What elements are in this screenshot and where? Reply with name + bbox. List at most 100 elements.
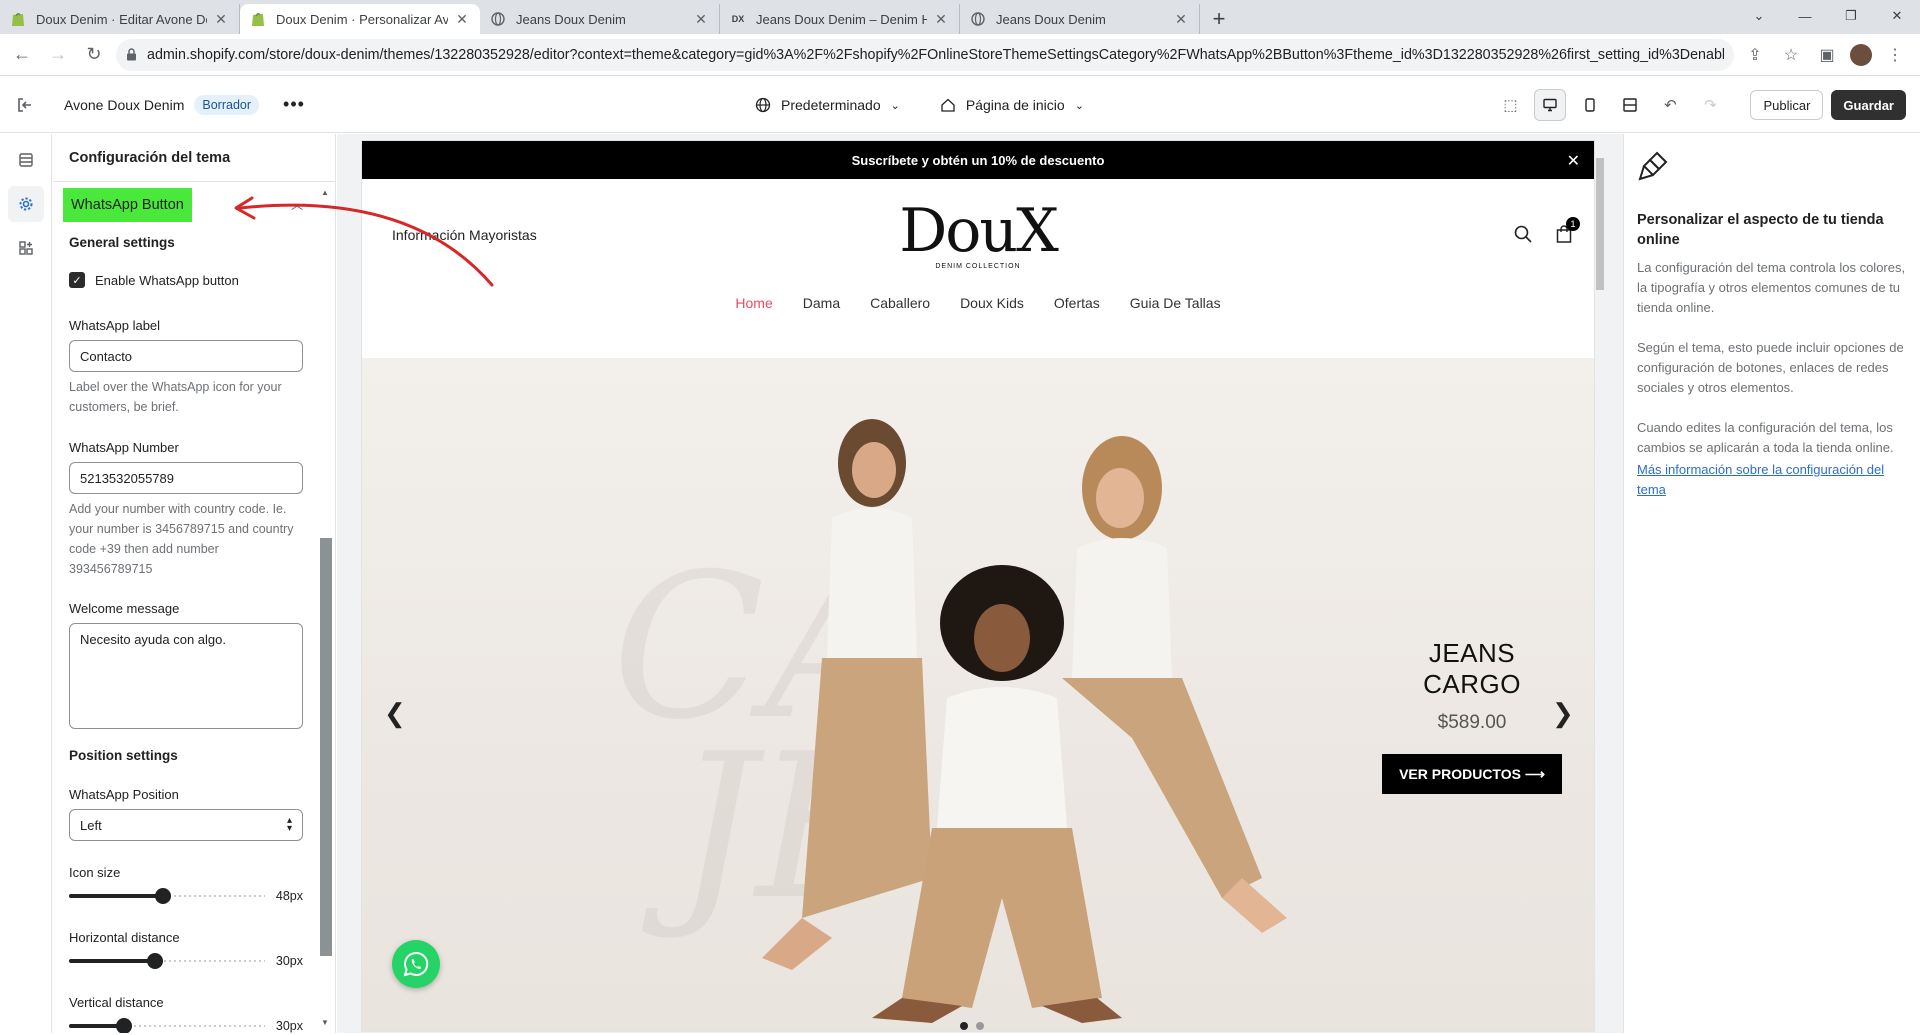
inspector-icon[interactable]: ⬚ <box>1494 89 1526 121</box>
publish-button[interactable]: Publicar <box>1750 90 1824 120</box>
icon-size-slider[interactable]: 48px <box>69 886 303 906</box>
more-actions-icon[interactable]: ••• <box>283 94 305 115</box>
menu-item-caballero[interactable]: Caballero <box>870 295 930 311</box>
minimize-icon[interactable]: — <box>1782 0 1828 32</box>
save-button[interactable]: Guardar <box>1831 90 1906 120</box>
cart-icon[interactable]: 1 <box>1556 217 1580 243</box>
page-label: Página de inicio <box>965 97 1065 113</box>
help-panel: Personalizar el aspecto de tu tienda onl… <box>1623 134 1920 1033</box>
shopify-icon <box>250 11 266 27</box>
browser-tab[interactable]: DX Jeans Doux Denim – Denim HIGH ✕ <box>720 4 960 34</box>
icon-size-title: Icon size <box>69 865 121 880</box>
url-field[interactable]: admin.shopify.com/store/doux-denim/theme… <box>116 38 1734 71</box>
chevron-down-icon: ⌄ <box>1074 99 1084 112</box>
horizontal-distance-slider[interactable]: 30px <box>69 951 303 971</box>
reload-icon[interactable]: ↻ <box>80 41 108 69</box>
tab-title: Jeans Doux Denim <box>516 11 626 27</box>
editor-header: Avone Doux Denim Borrador ••• Predetermi… <box>0 77 1920 133</box>
tab-title: Doux Denim · Personalizar Avone <box>276 11 448 27</box>
tab-title: Jeans Doux Denim – Denim HIGH <box>756 11 927 27</box>
share-icon[interactable]: ⇪ <box>1742 42 1768 68</box>
profile-avatar[interactable] <box>1850 43 1872 66</box>
slider-thumb[interactable] <box>116 1018 132 1033</box>
browser-tab[interactable]: Doux Denim · Editar Avone Doux ✕ <box>0 4 240 34</box>
new-tab-icon[interactable]: + <box>1204 4 1234 34</box>
menu-item-home[interactable]: Home <box>735 295 772 311</box>
redo-icon[interactable]: ↷ <box>1694 89 1726 121</box>
slide-dots <box>960 1022 984 1030</box>
preview-scrollbar[interactable] <box>1594 158 1606 1028</box>
view-products-button[interactable]: VER PRODUCTOS ⟶ <box>1382 754 1562 794</box>
whatsapp-label-title: WhatsApp label <box>69 318 161 333</box>
browser-tab-active[interactable]: Doux Denim · Personalizar Avone ✕ <box>240 4 480 34</box>
header-icons: 1 <box>1514 217 1580 243</box>
learn-more-link[interactable]: Más información sobre la configuración d… <box>1637 460 1906 500</box>
close-tab-icon[interactable]: ✕ <box>1173 11 1189 27</box>
store-logo[interactable]: DouX DENIM COLLECTION <box>898 201 1059 270</box>
scrollbar-thumb[interactable] <box>320 538 332 956</box>
mobile-view-icon[interactable] <box>1574 89 1606 121</box>
menu-item-guia-de-tallas[interactable]: Guia De Tallas <box>1130 295 1221 311</box>
whatsapp-position-title: WhatsApp Position <box>69 787 179 802</box>
browser-tab[interactable]: Jeans Doux Denim ✕ <box>480 4 720 34</box>
restore-icon[interactable]: ❐ <box>1828 0 1874 32</box>
home-icon <box>941 98 955 112</box>
bookmark-star-icon[interactable]: ☆ <box>1778 42 1804 68</box>
whatsapp-section-header[interactable]: WhatsApp Button <box>63 188 192 222</box>
close-window-icon[interactable]: ✕ <box>1874 0 1920 32</box>
menu-item-doux-kids[interactable]: Doux Kids <box>960 295 1024 311</box>
close-icon[interactable]: ✕ <box>1567 151 1580 171</box>
help-heading: Personalizar el aspecto de tu tienda onl… <box>1637 212 1884 248</box>
exit-editor-icon[interactable] <box>0 96 50 114</box>
whatsapp-number-input[interactable]: 5213532055789 <box>69 462 303 494</box>
forward-icon[interactable]: → <box>44 41 72 69</box>
tab-search-chevron-icon[interactable]: ⌄ <box>1736 0 1782 32</box>
fullscreen-view-icon[interactable] <box>1614 89 1646 121</box>
side-panel-icon[interactable]: ▣ <box>1814 42 1840 68</box>
slider-value: 48px <box>275 889 303 903</box>
paintbrush-icon <box>1638 151 1668 181</box>
whatsapp-position-select[interactable]: Left ▴ ▾ <box>69 809 303 841</box>
theme-name: Avone Doux Denim <box>64 96 185 113</box>
scroll-down-arrow-icon[interactable]: ▼ <box>321 1018 329 1027</box>
browser-tab[interactable]: Jeans Doux Denim ✕ <box>960 4 1200 34</box>
panel-scrollbar[interactable]: ▲ ▼ <box>320 180 332 1035</box>
address-bar: ← → ↻ admin.shopify.com/store/doux-denim… <box>0 34 1920 76</box>
undo-icon[interactable]: ↶ <box>1654 89 1686 121</box>
menu-item-ofertas[interactable]: Ofertas <box>1054 295 1100 311</box>
theme-settings-gear-icon[interactable] <box>7 186 44 222</box>
welcome-message-textarea[interactable]: Necesito ayuda con algo. <box>69 623 303 729</box>
browser-menu-icon[interactable]: ⋮ <box>1882 42 1908 68</box>
doux-icon: DX <box>731 14 745 24</box>
hero-slideshow: CA JE ❮ ❯ JEANS CARGO $589.00 VER PRODUC… <box>362 358 1594 1031</box>
slider-thumb[interactable] <box>147 953 163 969</box>
market-selector[interactable]: Predeterminado ⌄ <box>755 97 900 113</box>
position-select-value: Left <box>80 817 102 833</box>
app-embeds-icon[interactable] <box>8 230 44 266</box>
page-selector[interactable]: Página de inicio ⌄ <box>940 97 1084 113</box>
close-tab-icon[interactable]: ✕ <box>693 11 709 27</box>
close-tab-icon[interactable]: ✕ <box>454 11 470 27</box>
menu-item-dama[interactable]: Dama <box>803 295 840 311</box>
market-label: Predeterminado <box>781 97 881 113</box>
close-tab-icon[interactable]: ✕ <box>933 11 949 27</box>
tab-title: Jeans Doux Denim <box>996 11 1106 27</box>
announcement-bar: Suscríbete y obtén un 10% de descuento ✕ <box>362 141 1594 179</box>
sections-icon[interactable] <box>8 142 44 178</box>
search-icon[interactable] <box>1514 225 1532 243</box>
lock-icon <box>126 48 137 61</box>
enable-whatsapp-checkbox[interactable]: ✓ <box>69 272 85 288</box>
desktop-view-icon[interactable] <box>1534 89 1567 121</box>
whatsapp-label-input[interactable]: Contacto <box>69 340 303 372</box>
vertical-distance-slider[interactable]: 30px <box>69 1016 303 1033</box>
slider-prev-arrow-icon[interactable]: ❮ <box>384 698 406 729</box>
close-tab-icon[interactable]: ✕ <box>213 11 229 27</box>
store-preview: Suscríbete y obtén un 10% de descuento ✕… <box>362 141 1594 1031</box>
scrollbar-thumb[interactable] <box>1596 158 1604 290</box>
slider-thumb[interactable] <box>155 888 171 904</box>
whatsapp-floating-button[interactable] <box>392 940 440 988</box>
help-paragraph: Según el tema, esto puede incluir opcion… <box>1637 340 1904 395</box>
back-icon[interactable]: ← <box>8 41 36 69</box>
slide-dot-active[interactable] <box>960 1022 968 1030</box>
slide-dot[interactable] <box>976 1022 984 1030</box>
